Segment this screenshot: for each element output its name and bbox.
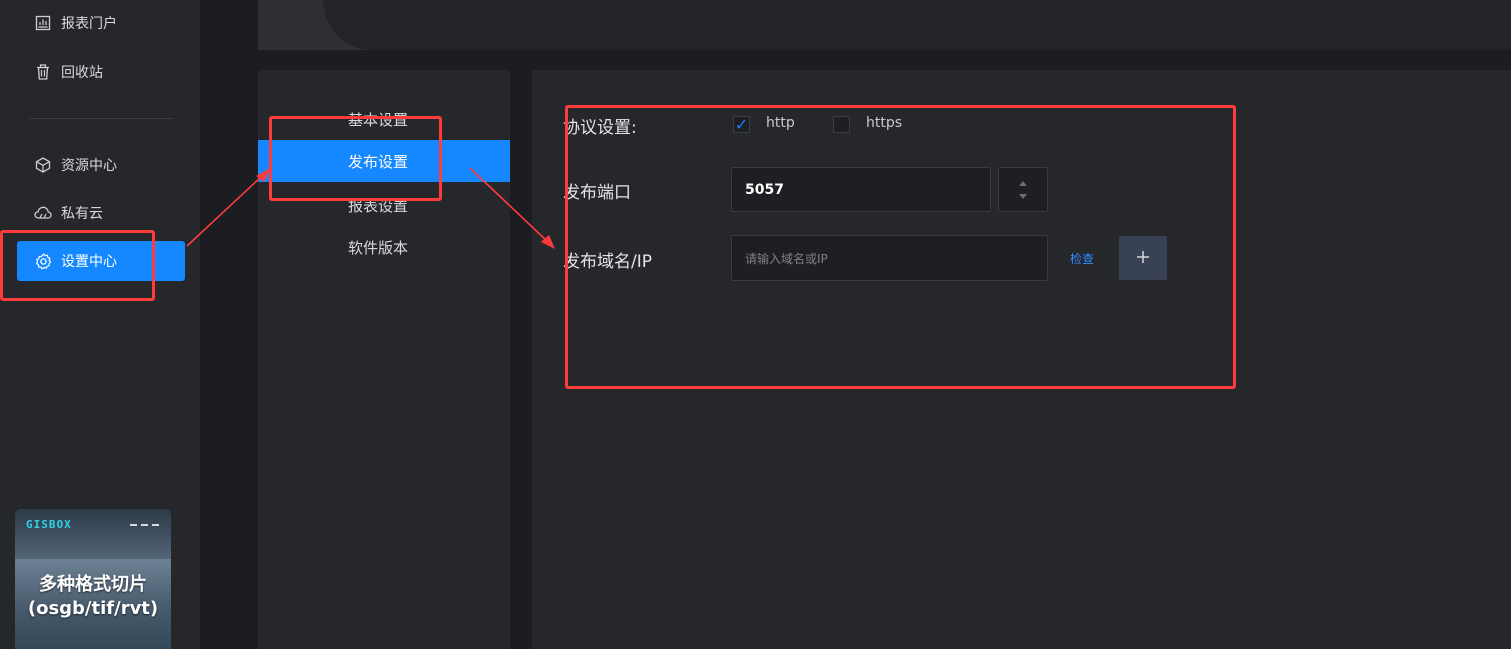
sidebar-item-report-portal[interactable]: 报表门户 bbox=[17, 3, 185, 43]
sidebar-divider bbox=[30, 118, 173, 119]
promo-banner[interactable]: GISBOX 多种格式切片 (osgb/tif/rvt) bbox=[15, 509, 171, 649]
promo-subtitle: (osgb/tif/rvt) bbox=[27, 598, 159, 619]
sidebar-item-label: 回收站 bbox=[61, 65, 103, 81]
sidebar-item-label: 报表门户 bbox=[61, 16, 117, 32]
sidebar-item-label: 资源中心 bbox=[61, 158, 117, 174]
gisbox-logo: GISBOX bbox=[26, 518, 72, 531]
cloud-icon bbox=[34, 204, 52, 222]
promo-title: 多种格式切片 bbox=[39, 574, 147, 595]
sidebar-item-private-cloud[interactable]: 私有云 bbox=[17, 193, 185, 233]
report-chart-icon bbox=[34, 14, 52, 32]
top-banner bbox=[258, 0, 1511, 50]
main-sidebar: 报表门户 回收站 资源中心 私有云 设置中心 GISBOX 多种格式切片 (os… bbox=[0, 0, 200, 649]
sidebar-item-recycle-bin[interactable]: 回收站 bbox=[17, 52, 185, 92]
top-banner-curve bbox=[323, 0, 1511, 50]
promo-dashes bbox=[130, 524, 159, 526]
cube-icon bbox=[34, 156, 52, 174]
sidebar-item-resource-center[interactable]: 资源中心 bbox=[17, 145, 185, 185]
sidebar-item-label: 私有云 bbox=[61, 206, 103, 222]
trash-icon bbox=[34, 63, 52, 81]
settings-nav-version[interactable]: 软件版本 bbox=[258, 226, 510, 268]
annotation-box-publish-settings bbox=[269, 116, 442, 201]
annotation-box-publish-form bbox=[565, 105, 1236, 389]
annotation-box-settings-center bbox=[0, 230, 155, 301]
app-window: 报表门户 回收站 资源中心 私有云 设置中心 GISBOX 多种格式切片 (os… bbox=[0, 0, 1511, 649]
